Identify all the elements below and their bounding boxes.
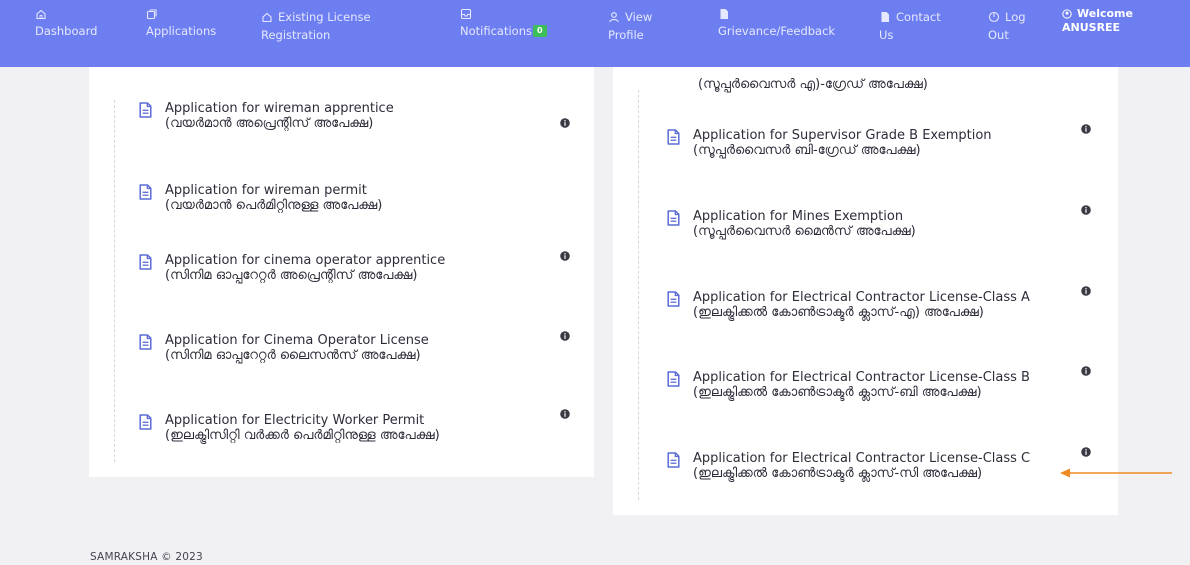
- welcome-username: ANUSREE: [1062, 21, 1121, 34]
- document-icon: [667, 371, 680, 387]
- right-application-item[interactable]: Application for Mines Exemption (സൂപ്പർവൈ…: [667, 209, 916, 239]
- application-title-malayalam: (ഇലക്ട്രിക്കൽ കോൺട്രാക്ടർ ക്ലാസ്-സി അപേക…: [693, 466, 983, 481]
- left-application-item[interactable]: Application for Electricity Worker Permi…: [139, 413, 440, 443]
- application-title-malayalam: (ഇലക്ട്രിക്കൽ കോൺട്രാക്ടർ ക്ലാസ്-ബി അപേക…: [693, 385, 982, 400]
- user-icon: [609, 12, 619, 23]
- nav-contact-label-2: Us: [879, 28, 894, 42]
- home-icon: [36, 9, 46, 20]
- application-title-malayalam: (ഇലക്ട്രിസിറ്റി വർക്കർ പെർമിറ്റിനുള്ള അപ…: [165, 428, 440, 443]
- application-title-malayalam: (സൂപ്പർവൈസർ മൈൻസ് അപേക്ഷ): [693, 224, 916, 239]
- partial-item-text: (സൂപ്പർവൈസർ എ)-ഗ്രേഡ് അപേക്ഷ): [698, 77, 928, 92]
- nav-existing-license-label: Existing License: [278, 10, 371, 24]
- document-icon: [667, 291, 680, 307]
- guide-line-left: [114, 100, 115, 462]
- user-circle-icon: [1062, 9, 1072, 19]
- application-text: Application for Electrical Contractor Li…: [693, 451, 1030, 481]
- info-icon[interactable]: [560, 118, 570, 128]
- nav-dashboard-label: Dashboard: [35, 24, 98, 38]
- nav-view-profile-label-2: Profile: [608, 28, 644, 42]
- nav-grievance[interactable]: Grievance/Feedback: [718, 8, 835, 40]
- document-icon: [667, 129, 680, 145]
- document-icon: [139, 184, 152, 200]
- application-title: Application for cinema operator apprenti…: [165, 253, 446, 268]
- nav-welcome: Welcome ANUSREE: [1062, 7, 1133, 35]
- application-text: Application for Electricity Worker Permi…: [165, 413, 440, 443]
- power-icon: [988, 11, 1000, 23]
- nav-dashboard[interactable]: Dashboard: [35, 8, 97, 40]
- info-icon[interactable]: [560, 331, 570, 341]
- right-application-item[interactable]: Application for Electrical Contractor Li…: [667, 290, 1030, 320]
- nav-logout-label-2: Out: [988, 28, 1009, 42]
- application-title-malayalam: (വയർമാൻ പെർമിറ്റിനുള്ള അപേക്ഷ): [165, 198, 383, 213]
- application-text: Application for wireman apprentice (വയർമാ…: [165, 101, 394, 131]
- info-icon[interactable]: [1081, 205, 1091, 215]
- application-title: Application for Supervisor Grade B Exemp…: [693, 128, 992, 143]
- nav-grievance-label: Grievance/Feedback: [718, 24, 836, 38]
- info-icon[interactable]: [560, 251, 570, 261]
- nav-notifications-label: Notifications: [460, 24, 532, 38]
- nav-notifications[interactable]: Notifications 0: [460, 8, 547, 40]
- document-icon: [667, 210, 680, 226]
- application-title-malayalam: (സിനിമ ഓപ്പറേറ്റർ ലൈസൻസ് അപേക്ഷ): [165, 348, 421, 363]
- info-icon[interactable]: [560, 409, 570, 419]
- right-application-item[interactable]: Application for Supervisor Grade B Exemp…: [667, 128, 992, 158]
- application-title: Application for Mines Exemption: [693, 209, 904, 224]
- application-text: Application for Electrical Contractor Li…: [693, 370, 1030, 400]
- nav-logout[interactable]: Log Out: [988, 8, 1026, 44]
- notification-count-badge: 0: [532, 25, 547, 37]
- nav-applications-label: Applications: [146, 24, 217, 38]
- application-text: Application for cinema operator apprenti…: [165, 253, 445, 283]
- left-application-item[interactable]: Application for Cinema Operator License(…: [139, 333, 429, 363]
- application-title: Application for Electrical Contractor Li…: [693, 451, 1031, 466]
- right-application-item[interactable]: Application for Electrical Contractor Li…: [667, 370, 1030, 400]
- document-icon: [139, 102, 152, 118]
- nav-logout-label: Log: [1005, 10, 1026, 24]
- application-text: Application for Mines Exemption (സൂപ്പർവൈ…: [693, 209, 916, 239]
- application-title: Application for Electrical Contractor Li…: [693, 290, 1030, 305]
- application-title-malayalam: (സൂപ്പർവൈസർ ബി-ഗ്രേഡ് അപേക്ഷ): [693, 143, 921, 158]
- info-icon[interactable]: [1081, 124, 1091, 134]
- application-title: Application for Electricity Worker Permi…: [165, 413, 425, 428]
- application-text: Application for Supervisor Grade B Exemp…: [693, 128, 992, 158]
- application-text: Application for Electrical Contractor Li…: [693, 290, 1030, 320]
- document-icon: [667, 452, 680, 468]
- nav-view-profile[interactable]: View Profile: [608, 8, 652, 44]
- application-title-malayalam: (വയർമാൻ അപ്രെന്റിസ് അപേക്ഷ): [165, 116, 374, 131]
- guide-line-right: [638, 90, 639, 500]
- document-icon: [139, 414, 152, 430]
- top-navbar: Dashboard Applications Existing License …: [0, 0, 1190, 67]
- nav-contact[interactable]: Contact Us: [879, 8, 941, 44]
- home-icon: [262, 12, 272, 23]
- document-icon: [139, 334, 152, 350]
- left-application-item[interactable]: Application for cinema operator apprenti…: [139, 253, 445, 283]
- info-icon[interactable]: [1081, 366, 1091, 376]
- welcome-label: Welcome: [1077, 7, 1133, 20]
- file-icon: [881, 12, 889, 22]
- inbox-icon: [460, 8, 472, 20]
- footer-copyright: SAMRAKSHA © 2023: [90, 551, 203, 563]
- nav-contact-label: Contact: [896, 10, 941, 24]
- application-text: Application for Cinema Operator License(…: [165, 333, 429, 363]
- info-icon[interactable]: [1081, 286, 1091, 296]
- annotation-arrow: [1060, 468, 1172, 478]
- file-icon: [720, 9, 728, 19]
- application-title: Application for Electrical Contractor Li…: [693, 370, 1030, 385]
- application-text: Application for wireman permit (വയർമാൻ പെ…: [165, 183, 382, 213]
- right-application-item[interactable]: Application for Electrical Contractor Li…: [667, 451, 1030, 481]
- nav-existing-license[interactable]: Existing License Registration: [261, 8, 371, 44]
- left-application-item[interactable]: Application for wireman apprentice (വയർമാ…: [139, 101, 394, 131]
- nav-view-profile-label: View: [625, 10, 653, 24]
- application-title: Application for wireman permit: [165, 183, 367, 198]
- info-icon[interactable]: [1081, 447, 1091, 457]
- nav-existing-license-label-2: Registration: [261, 28, 331, 42]
- copy-icon: [146, 9, 157, 20]
- nav-applications[interactable]: Applications: [146, 8, 216, 40]
- application-title: Application for Cinema Operator License: [165, 333, 429, 348]
- application-title-malayalam: (ഇലക്ട്രിക്കൽ കോൺട്രാക്ടർ ക്ലാസ്-എ) അപേക…: [693, 305, 984, 320]
- document-icon: [139, 254, 152, 270]
- application-title-malayalam: (സിനിമ ഓപ്പറേറ്റർ അപ്രെന്റിസ് അപേക്ഷ): [165, 268, 418, 283]
- application-title: Application for wireman apprentice: [165, 101, 394, 116]
- left-application-item[interactable]: Application for wireman permit (വയർമാൻ പെ…: [139, 183, 382, 213]
